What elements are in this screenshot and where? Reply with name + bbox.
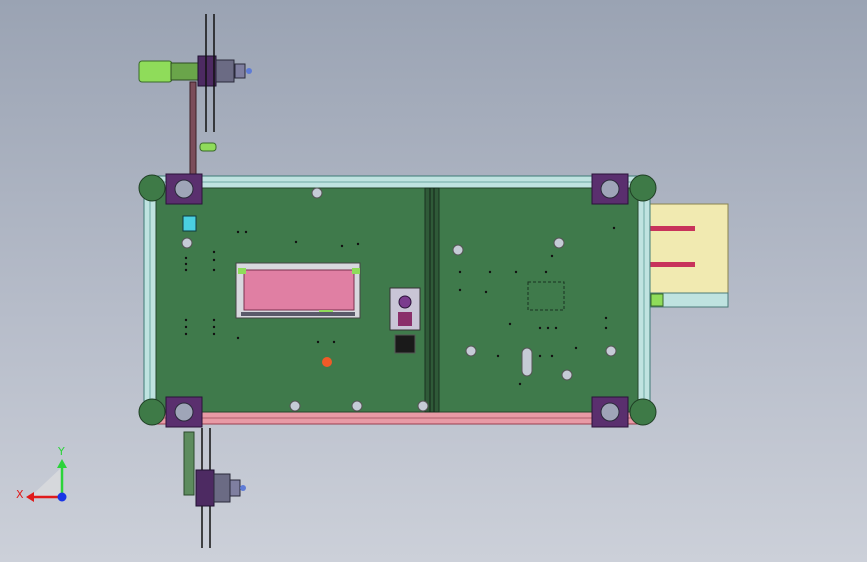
x-arrow-icon [26, 492, 34, 502]
pcb-center-divider [424, 187, 440, 413]
coordinate-triad: X Y [16, 445, 67, 502]
support-arm [189, 81, 197, 178]
corner-wheel [629, 398, 657, 426]
shaft-nut [229, 479, 241, 497]
mounting-hole [417, 400, 429, 412]
display-latch [238, 268, 246, 274]
led [322, 357, 332, 367]
shaft-end [240, 485, 246, 491]
display-module [235, 262, 361, 319]
side-connector [647, 203, 729, 308]
bracket-bearing [600, 402, 620, 422]
bracket-bearing [600, 179, 620, 199]
mounting-hole [561, 369, 573, 381]
slot-hole [521, 347, 533, 377]
connector-pin [650, 226, 695, 231]
bottom-motor-assembly [183, 428, 246, 548]
small-chip [182, 215, 197, 232]
top-motor-assembly [138, 14, 252, 178]
sensor-tab [398, 312, 412, 326]
mounting-hole [465, 345, 477, 357]
shaft-end [246, 68, 252, 74]
bearing-block [215, 59, 235, 83]
display-connector [241, 312, 355, 316]
triad-x-label: X [16, 488, 24, 501]
bracket-bearing [174, 179, 194, 199]
small-cylinder [199, 142, 217, 152]
corner-wheel [629, 174, 657, 202]
mounting-hole [605, 345, 617, 357]
support-arm [183, 431, 195, 496]
triad-y-label: Y [57, 445, 65, 458]
mounting-hole [553, 237, 565, 249]
mounting-hole [351, 400, 363, 412]
y-arrow-icon [57, 459, 67, 468]
sensor-lens [398, 295, 412, 309]
corner-wheel [138, 174, 166, 202]
cad-viewport[interactable] [0, 0, 867, 562]
corner-wheel [138, 398, 166, 426]
terminal-block [394, 334, 416, 354]
pulley-flange [195, 469, 215, 507]
triad-plane [30, 467, 62, 497]
connector-pin [650, 262, 695, 267]
connector-housing [647, 203, 729, 295]
bearing-block [213, 473, 231, 503]
mounting-hole [311, 187, 323, 199]
display-latch [352, 268, 360, 274]
bracket-bearing [174, 402, 194, 422]
mounting-hole [289, 400, 301, 412]
z-axis-dot-icon [57, 492, 67, 502]
mounting-hole [181, 237, 193, 249]
display-screen [243, 269, 355, 311]
motor-body [138, 60, 173, 83]
motor-coupler [170, 62, 200, 81]
shaft-nut [234, 63, 246, 79]
connector-latch [650, 293, 664, 307]
mounting-hole [452, 244, 464, 256]
